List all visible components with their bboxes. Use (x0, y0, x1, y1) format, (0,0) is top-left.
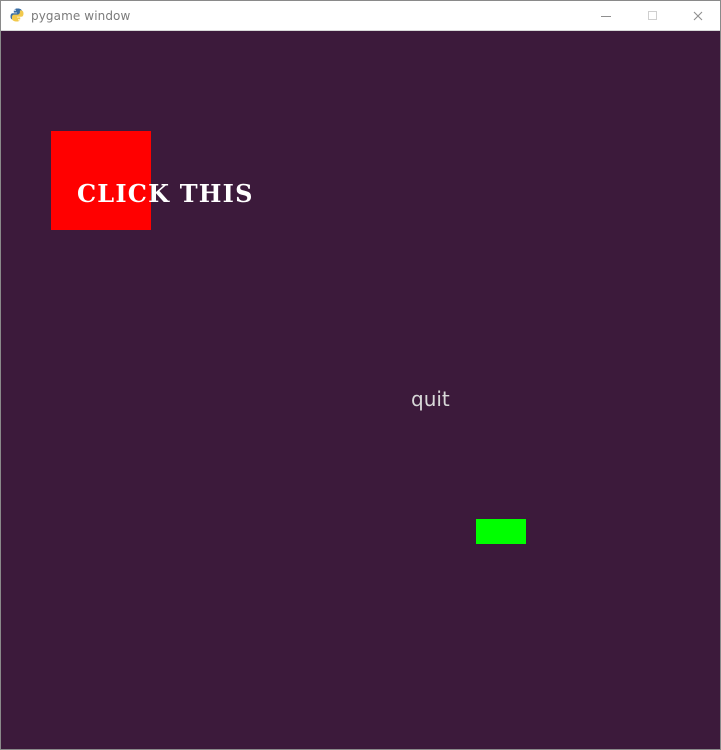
green-rectangle[interactable] (476, 519, 526, 544)
minimize-icon (601, 15, 611, 17)
click-this-label[interactable]: CLICK THIS (77, 182, 254, 206)
window-title: pygame window (31, 9, 131, 23)
maximize-icon (647, 11, 657, 20)
pygame-window: pygame window CLICK THIS quit (0, 0, 721, 750)
close-button[interactable] (675, 1, 721, 30)
quit-label[interactable]: quit (411, 389, 450, 409)
game-canvas[interactable]: CLICK THIS quit (1, 31, 720, 749)
maximize-button[interactable] (629, 1, 675, 30)
pygame-snake-icon (9, 7, 25, 23)
close-icon (693, 6, 703, 25)
title-bar[interactable]: pygame window (1, 1, 720, 31)
minimize-button[interactable] (583, 1, 629, 30)
